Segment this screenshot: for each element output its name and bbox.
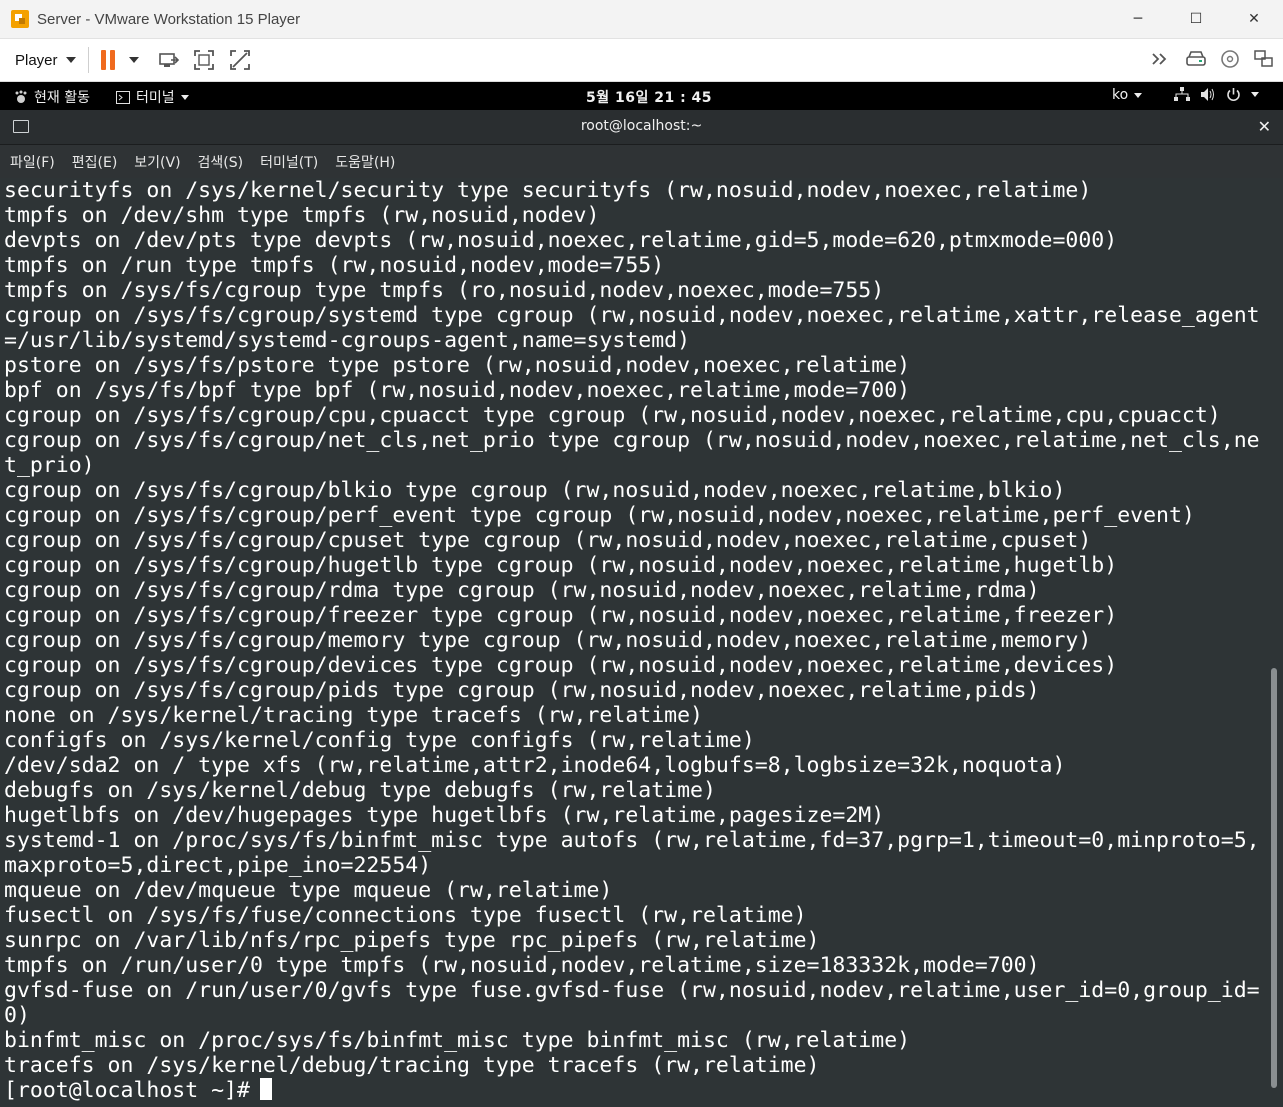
forward-icon[interactable] <box>1151 49 1173 69</box>
terminal-line: mqueue on /dev/mqueue type mqueue (rw,re… <box>4 878 613 903</box>
gnome-foot-icon <box>15 90 27 103</box>
menu-view[interactable]: 보기(V) <box>134 152 180 172</box>
menu-file[interactable]: 파일(F) <box>10 152 55 172</box>
terminal-line: hugetlbfs on /dev/hugepages type hugetlb… <box>4 803 885 828</box>
pause-button[interactable] <box>100 50 139 70</box>
activities-label: 현재 활동 <box>34 90 90 106</box>
terminal-line: cgroup on /sys/fs/cgroup/perf_event type… <box>4 503 1195 528</box>
volume-icon <box>1201 88 1214 101</box>
player-menu-label: Player <box>15 51 58 69</box>
terminal-line: tmpfs on /run type tmpfs (rw,nosuid,node… <box>4 253 665 278</box>
pause-icon <box>100 50 106 70</box>
terminal-line: fusectl on /sys/fs/fuse/connections type… <box>4 903 807 928</box>
menu-terminal[interactable]: 터미널(T) <box>260 152 318 172</box>
terminal-line: cgroup on /sys/fs/cgroup/cpuset type cgr… <box>4 528 1092 553</box>
terminal-line: configfs on /sys/kernel/config type conf… <box>4 728 755 753</box>
clock[interactable]: 5월 16일 21 : 45 <box>586 87 712 107</box>
terminal-line: sunrpc on /var/lib/nfs/rpc_pipefs type r… <box>4 928 820 953</box>
terminal-line: cgroup on /sys/fs/cgroup/pids type cgrou… <box>4 678 1040 703</box>
menu-help[interactable]: 도움말(H) <box>335 152 395 172</box>
terminal-line: systemd-1 on /proc/sys/fs/binfmt_misc ty… <box>4 828 1260 853</box>
menu-edit[interactable]: 편집(E) <box>72 152 118 172</box>
terminal-lines: securityfs on /sys/kernel/security type … <box>4 178 1260 1103</box>
terminal-line: cgroup on /sys/fs/cgroup/cpu,cpuacct typ… <box>4 403 1221 428</box>
cd-icon[interactable] <box>1219 49 1241 69</box>
window-title: Server - VMware Workstation 15 Player <box>37 10 301 28</box>
network-icon <box>1174 87 1190 101</box>
unity-mode-icon[interactable] <box>229 49 251 71</box>
terminal-line: devpts on /dev/pts type devpts (rw,nosui… <box>4 228 1118 253</box>
terminal-output[interactable]: securityfs on /sys/kernel/security type … <box>0 178 1283 1107</box>
pause-icon-bar <box>109 50 115 70</box>
fullscreen-icon[interactable] <box>193 49 215 71</box>
app-menu-label: 터미널 <box>136 90 175 106</box>
removable-device-icon[interactable] <box>1185 49 1207 69</box>
minimize-button[interactable]: ─ <box>1109 0 1167 38</box>
terminal-line: tmpfs on /run/user/0 type tmpfs (rw,nosu… <box>4 953 1040 978</box>
close-icon[interactable]: ✕ <box>1258 117 1271 136</box>
terminal-line: =/usr/lib/systemd/systemd-cgroups-agent,… <box>4 328 691 353</box>
terminal-line: maxproto=5,direct,pipe_ino=22554) <box>4 853 432 878</box>
menu-search[interactable]: 검색(S) <box>198 152 244 172</box>
terminal-line: cgroup on /sys/fs/cgroup/memory type cgr… <box>4 628 1092 653</box>
terminal-line: binfmt_misc on /proc/sys/fs/binfmt_misc … <box>4 1028 911 1053</box>
chevron-down-icon <box>65 57 76 63</box>
terminal-line: cgroup on /sys/fs/cgroup/net_cls,net_pri… <box>4 428 1260 453</box>
terminal-line: t_prio) <box>4 453 95 478</box>
system-menu-button[interactable] <box>1174 87 1259 102</box>
input-language-label: ko <box>1112 87 1129 103</box>
chevron-down-icon <box>1251 92 1259 97</box>
close-button[interactable]: ✕ <box>1225 0 1283 38</box>
terminal-line: debugfs on /sys/kernel/debug type debugf… <box>4 778 716 803</box>
terminal-line: pstore on /sys/fs/pstore type pstore (rw… <box>4 353 911 378</box>
window-controls: ─ ☐ ✕ <box>1109 0 1283 38</box>
toolbar-divider <box>87 47 89 73</box>
network-adapter-icon[interactable] <box>1253 49 1275 69</box>
terminal-line: gvfsd-fuse on /run/user/0/gvfs type fuse… <box>4 978 1260 1003</box>
gnome-top-bar: 현재 활동 터미널 5월 16일 21 : 45 ko <box>0 82 1283 110</box>
terminal-headerbar[interactable]: root@localhost:~ ✕ <box>0 110 1283 145</box>
shell-prompt: [root@localhost ~]# <box>4 1078 250 1103</box>
text-cursor <box>259 1078 272 1100</box>
terminal-line: bpf on /sys/fs/bpf type bpf (rw,nosuid,n… <box>4 378 911 403</box>
terminal-line: /dev/sda2 on / type xfs (rw,relatime,att… <box>4 753 1066 778</box>
terminal-line: none on /sys/kernel/tracing type tracefs… <box>4 703 703 728</box>
toolbar-right-icons <box>1151 49 1275 69</box>
vmware-toolbar: Player <box>0 39 1283 82</box>
terminal-line: cgroup on /sys/fs/cgroup/hugetlb type cg… <box>4 553 1118 578</box>
terminal-menubar: 파일(F) 편집(E) 보기(V) 검색(S) 터미널(T) 도움말(H) <box>0 145 1283 178</box>
activities-button[interactable]: 현재 활동 <box>14 87 90 107</box>
terminal-title: root@localhost:~ <box>580 118 703 134</box>
app-menu-button[interactable]: 터미널 <box>116 87 189 107</box>
player-menu-button[interactable]: Player <box>15 52 76 69</box>
window-titlebar[interactable]: Server - VMware Workstation 15 Player ─ … <box>0 0 1283 39</box>
pause-dropdown-icon[interactable] <box>128 57 139 63</box>
terminal-app-icon <box>116 90 130 104</box>
chevron-down-icon <box>180 94 189 100</box>
scrollbar-thumb[interactable] <box>1271 668 1277 1088</box>
terminal-line: tracefs on /sys/kernel/debug/tracing typ… <box>4 1053 820 1078</box>
terminal-line: cgroup on /sys/fs/cgroup/rdma type cgrou… <box>4 578 1040 603</box>
maximize-button[interactable]: ☐ <box>1167 0 1225 38</box>
vmware-app-icon <box>11 10 29 28</box>
chevron-down-icon <box>1134 92 1143 98</box>
terminal-line: securityfs on /sys/kernel/security type … <box>4 178 1092 203</box>
terminal-line: 0) <box>4 1003 30 1028</box>
prompt-line[interactable]: [root@localhost ~]# <box>4 1078 1260 1103</box>
terminal-line: cgroup on /sys/fs/cgroup/blkio type cgro… <box>4 478 1066 503</box>
terminal-line: tmpfs on /dev/shm type tmpfs (rw,nosuid,… <box>4 203 600 228</box>
send-ctrl-alt-del-icon[interactable] <box>157 49 179 71</box>
terminal-line: tmpfs on /sys/fs/cgroup type tmpfs (ro,n… <box>4 278 885 303</box>
power-icon <box>1227 88 1240 102</box>
input-language-button[interactable]: ko <box>1112 87 1143 103</box>
terminal-line: cgroup on /sys/fs/cgroup/systemd type cg… <box>4 303 1260 328</box>
terminal-line: cgroup on /sys/fs/cgroup/devices type cg… <box>4 653 1118 678</box>
terminal-line: cgroup on /sys/fs/cgroup/freezer type cg… <box>4 603 1118 628</box>
